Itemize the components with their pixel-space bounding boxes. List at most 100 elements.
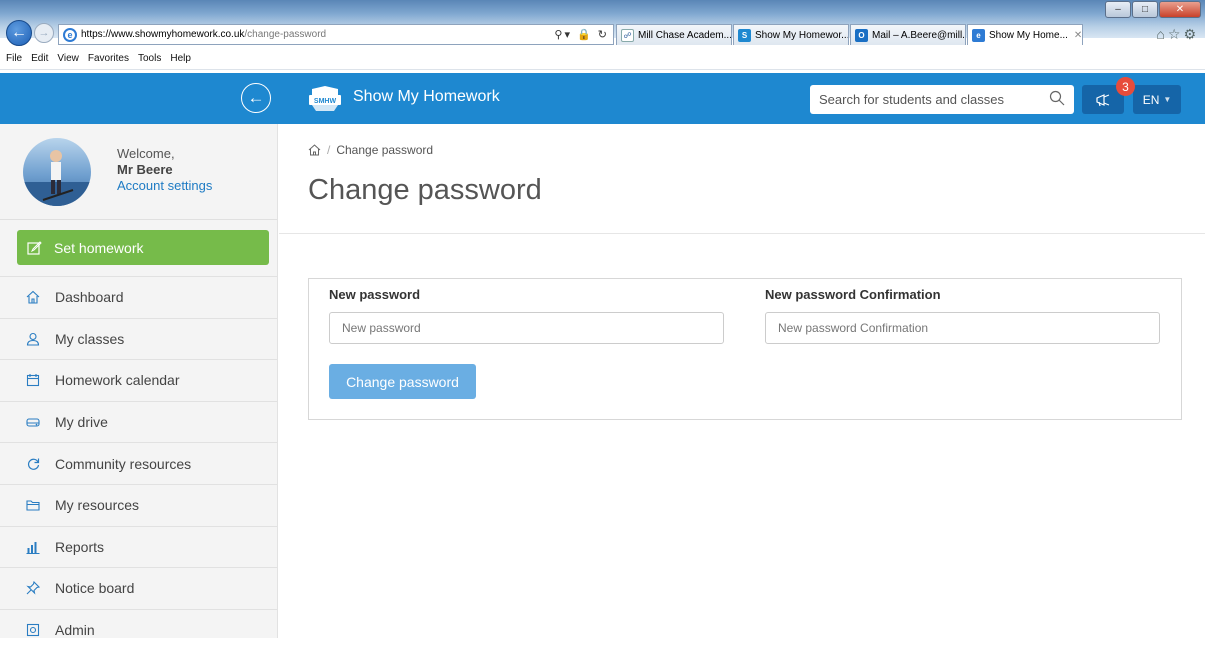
home-icon[interactable]: ⌂ bbox=[1156, 26, 1167, 42]
address-tools[interactable]: ⚲▾ 🔒 ↻ bbox=[554, 28, 613, 41]
set-homework-button[interactable]: Set homework bbox=[17, 230, 269, 265]
divider bbox=[279, 233, 1205, 234]
tab-favicon-icon: ☍ bbox=[621, 28, 634, 42]
sidebar-item-community-resources[interactable]: Community resources bbox=[0, 442, 277, 484]
sidebar-item-my-drive[interactable]: My drive bbox=[0, 400, 277, 443]
page-title: Change password bbox=[308, 174, 542, 206]
browser-toolbar-icons: ⌂☆⚙ bbox=[1156, 26, 1199, 43]
close-window-button[interactable]: ✕ bbox=[1159, 1, 1201, 18]
drive-icon bbox=[25, 414, 41, 430]
sidebar-item-my-classes[interactable]: My classes bbox=[0, 317, 277, 360]
profile-section: Welcome, Mr Beere Account settings bbox=[0, 124, 277, 220]
browser-back-button[interactable]: ← bbox=[6, 20, 32, 46]
pin-icon bbox=[25, 580, 41, 596]
gear-icon bbox=[25, 622, 41, 638]
browser-forward-button[interactable]: → bbox=[34, 23, 54, 43]
breadcrumb-current: Change password bbox=[336, 143, 434, 157]
search-input[interactable] bbox=[819, 92, 1039, 107]
sidebar: Welcome, Mr Beere Account settings Set h… bbox=[0, 124, 278, 638]
brand-name[interactable]: Show My Homework bbox=[353, 88, 500, 106]
menu-favorites[interactable]: Favorites bbox=[88, 53, 129, 64]
address-bar[interactable]: e https://www.showmyhomework.co.uk/chang… bbox=[58, 24, 614, 45]
sidebar-item-my-resources[interactable]: My resources bbox=[0, 483, 277, 526]
refresh-icon bbox=[25, 456, 41, 472]
ie-icon: e bbox=[63, 27, 77, 42]
new-password-field[interactable] bbox=[329, 312, 724, 344]
favorites-star-icon[interactable]: ☆ bbox=[1168, 26, 1184, 42]
sidebar-item-admin[interactable]: Admin bbox=[0, 608, 277, 650]
sidebar-item-notice-board[interactable]: Notice board bbox=[0, 567, 277, 609]
megaphone-icon bbox=[1096, 93, 1110, 106]
language-selector[interactable]: EN ▼ bbox=[1133, 85, 1181, 114]
account-settings-link[interactable]: Account settings bbox=[117, 178, 212, 194]
sidebar-item-label: Dashboard bbox=[55, 289, 124, 306]
minimize-button[interactable]: – bbox=[1105, 1, 1131, 18]
sidebar-item-label: Admin bbox=[55, 622, 95, 639]
logo-text: SMHW bbox=[314, 98, 337, 105]
tab-favicon-icon: e bbox=[972, 28, 985, 42]
tab-label: Mail – A.Beere@mill... bbox=[872, 29, 966, 41]
welcome-block: Welcome, Mr Beere Account settings bbox=[117, 146, 212, 194]
confirm-password-field[interactable] bbox=[765, 312, 1160, 344]
browser-tabs: ☍ Mill Chase Academ... S Show My Homewor… bbox=[616, 24, 1084, 45]
sidebar-item-label: Homework calendar bbox=[55, 372, 180, 389]
menu-file[interactable]: File bbox=[6, 53, 22, 64]
sidebar-nav: Dashboard My classes Homework calendar M… bbox=[0, 276, 277, 650]
menu-view[interactable]: View bbox=[57, 53, 79, 64]
search-box bbox=[810, 85, 1074, 114]
tab-label: Show My Home... bbox=[989, 29, 1068, 41]
user-name: Mr Beere bbox=[117, 162, 173, 177]
tab-favicon-icon: S bbox=[738, 28, 751, 42]
home-icon bbox=[25, 289, 41, 305]
notification-badge: 3 bbox=[1116, 77, 1135, 96]
breadcrumb-separator: / bbox=[327, 143, 331, 157]
language-label: EN bbox=[1142, 92, 1160, 107]
sidebar-item-label: Community resources bbox=[55, 455, 192, 472]
main-content: / Change password Change password New pa… bbox=[279, 124, 1205, 638]
app-header: ← SMHW Show My Homework EN▼ bbox=[0, 73, 1205, 124]
settings-gear-icon[interactable]: ⚙ bbox=[1183, 26, 1199, 42]
confirm-password-label: New password Confirmation bbox=[765, 287, 941, 302]
tab-label: Mill Chase Academ... bbox=[638, 29, 732, 41]
user-icon bbox=[25, 331, 41, 347]
search-icon[interactable] bbox=[1049, 90, 1065, 106]
sidebar-item-label: Notice board bbox=[55, 580, 135, 597]
breadcrumb: / Change password bbox=[308, 143, 433, 157]
change-password-button[interactable]: Change password bbox=[329, 364, 476, 399]
smhw-logo[interactable]: SMHW bbox=[308, 85, 342, 113]
url-path: /change-password bbox=[244, 29, 327, 40]
maximize-button[interactable]: □ bbox=[1132, 1, 1158, 18]
folder-icon bbox=[25, 497, 41, 513]
tab-close-icon[interactable]: ✕ bbox=[1074, 30, 1082, 41]
change-password-form: New password New password Confirmation C… bbox=[308, 278, 1182, 420]
caret-down-icon: ▼ bbox=[1163, 95, 1172, 104]
home-icon[interactable] bbox=[308, 144, 321, 156]
menu-tools[interactable]: Tools bbox=[138, 53, 161, 64]
browser-tab[interactable]: S Show My Homewor... bbox=[733, 24, 849, 45]
avatar[interactable] bbox=[23, 138, 91, 206]
sidebar-item-homework-calendar[interactable]: Homework calendar bbox=[0, 359, 277, 401]
browser-tab[interactable]: O Mail – A.Beere@mill... bbox=[850, 24, 966, 45]
tab-label: Show My Homewor... bbox=[755, 29, 849, 41]
browser-tab-active[interactable]: e Show My Home... ✕ bbox=[967, 24, 1083, 45]
sidebar-item-label: Reports bbox=[55, 538, 105, 555]
sidebar-item-label: My drive bbox=[55, 414, 108, 431]
sidebar-item-dashboard[interactable]: Dashboard bbox=[0, 276, 277, 318]
collapse-sidebar-button[interactable]: ← bbox=[241, 83, 271, 113]
set-homework-label: Set homework bbox=[54, 239, 144, 256]
sidebar-item-reports[interactable]: Reports bbox=[0, 525, 277, 568]
welcome-text: Welcome, bbox=[117, 146, 175, 161]
tab-favicon-icon: O bbox=[855, 28, 868, 42]
url-host: https://www.showmyhomework.co.uk bbox=[81, 29, 245, 40]
sidebar-item-label: My classes bbox=[55, 330, 125, 347]
bar-chart-icon bbox=[25, 539, 41, 555]
new-password-label: New password bbox=[329, 287, 421, 302]
edit-icon bbox=[27, 241, 42, 255]
browser-tab[interactable]: ☍ Mill Chase Academ... bbox=[616, 24, 732, 45]
window-controls: – □ ✕ bbox=[1104, 1, 1201, 18]
menu-edit[interactable]: Edit bbox=[31, 53, 48, 64]
calendar-icon bbox=[25, 372, 41, 388]
browser-menubar: File Edit View Favorites Tools Help bbox=[0, 47, 1205, 70]
sidebar-item-label: My resources bbox=[55, 497, 140, 514]
menu-help[interactable]: Help bbox=[170, 53, 191, 64]
